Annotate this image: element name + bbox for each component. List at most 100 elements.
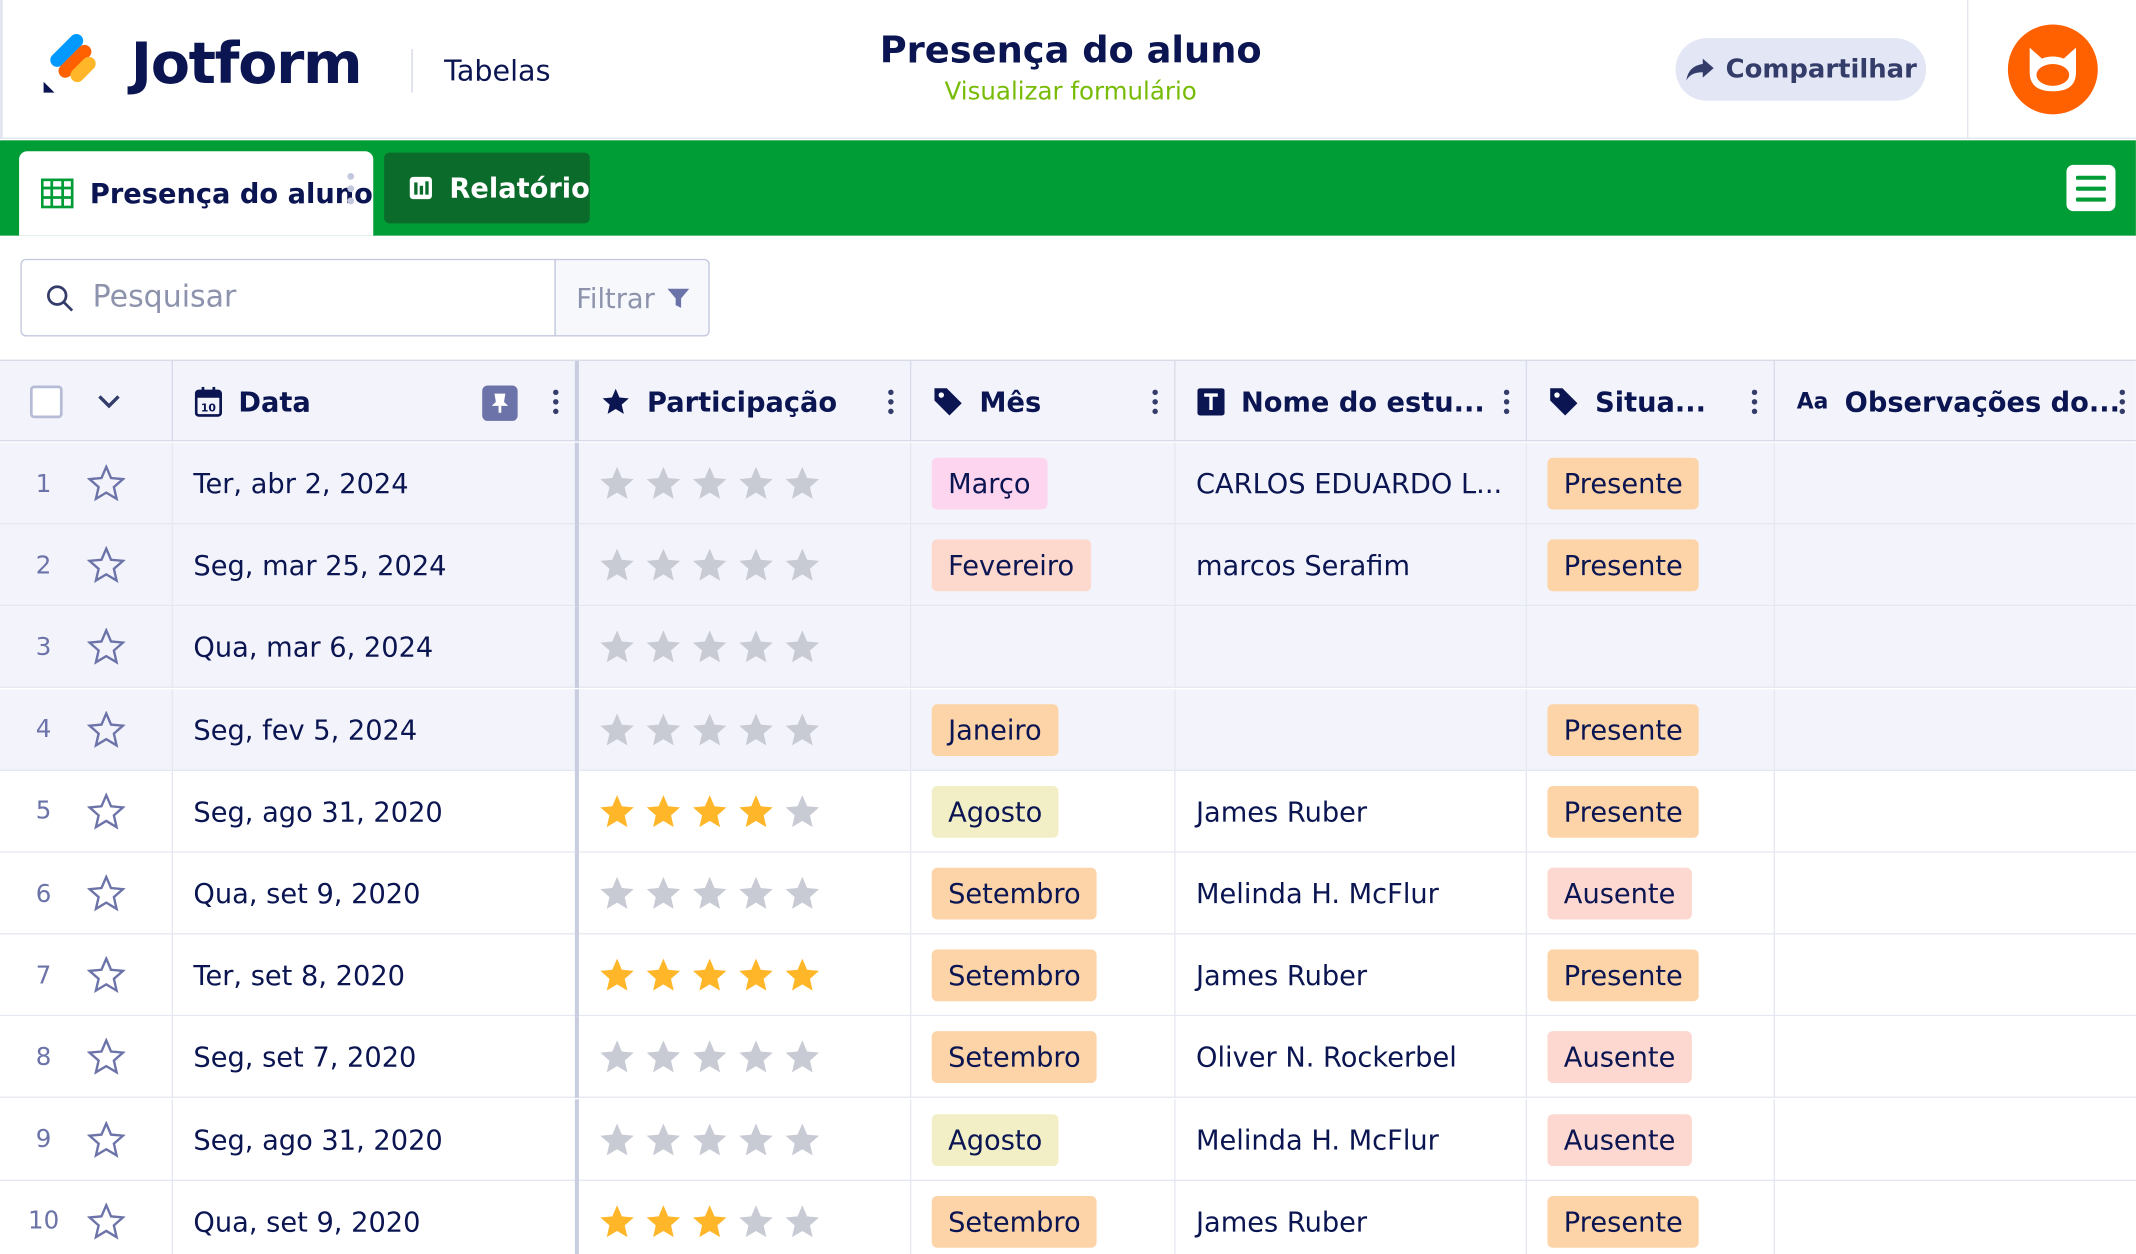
rating-star-icon[interactable] bbox=[691, 711, 729, 749]
rating-cell[interactable] bbox=[579, 934, 912, 1017]
chevron-down-icon[interactable] bbox=[98, 394, 120, 408]
column-header-data[interactable]: 10 Data bbox=[173, 360, 579, 442]
rating-star-icon[interactable] bbox=[644, 1039, 682, 1077]
rating-cell[interactable] bbox=[579, 1180, 912, 1254]
rating-cell[interactable] bbox=[579, 524, 912, 607]
notes-cell[interactable] bbox=[1775, 607, 2136, 689]
rating-star-icon[interactable] bbox=[644, 957, 682, 995]
jotform-logo-icon[interactable] bbox=[41, 33, 104, 96]
favorite-star-icon[interactable] bbox=[87, 628, 126, 667]
status-cell[interactable]: Ausente bbox=[1527, 852, 1775, 935]
notes-cell[interactable] bbox=[1775, 689, 2136, 771]
star-rating[interactable] bbox=[598, 546, 821, 584]
star-rating[interactable] bbox=[598, 875, 821, 913]
month-cell[interactable]: Setembro bbox=[911, 1180, 1176, 1254]
table-row[interactable]: 8 Seg, set 7, 2020 Setembro Oliver N. Rocke… bbox=[0, 1016, 2136, 1099]
brand-name[interactable]: Jotform bbox=[131, 30, 363, 97]
student-cell[interactable]: James Ruber bbox=[1176, 934, 1528, 1017]
favorite-star-icon[interactable] bbox=[87, 1202, 126, 1241]
rating-star-icon[interactable] bbox=[737, 546, 775, 584]
rating-star-icon[interactable] bbox=[783, 465, 821, 503]
star-rating[interactable] bbox=[598, 793, 821, 831]
search-input[interactable]: Pesquisar bbox=[20, 258, 556, 337]
month-cell[interactable]: Agosto bbox=[911, 770, 1176, 853]
rating-star-icon[interactable] bbox=[783, 711, 821, 749]
status-cell[interactable]: Presente bbox=[1527, 934, 1775, 1017]
rating-star-icon[interactable] bbox=[783, 793, 821, 831]
favorite-star-icon[interactable] bbox=[87, 792, 126, 831]
date-cell[interactable]: Ter, abr 2, 2024 bbox=[173, 442, 579, 525]
notes-cell[interactable] bbox=[1775, 1099, 2136, 1181]
column-header-mes[interactable]: Mês bbox=[911, 360, 1176, 442]
favorite-star-icon[interactable] bbox=[87, 546, 126, 584]
favorite-star-icon[interactable] bbox=[87, 464, 126, 503]
rating-cell[interactable] bbox=[579, 852, 912, 935]
date-cell[interactable]: Seg, ago 31, 2020 bbox=[173, 770, 579, 853]
month-cell[interactable]: Setembro bbox=[911, 852, 1176, 935]
column-options-icon[interactable] bbox=[888, 389, 894, 415]
student-cell[interactable]: Oliver N. Rockerbel bbox=[1176, 1016, 1528, 1099]
tab-relatorio[interactable]: Relatório bbox=[384, 152, 590, 224]
table-row[interactable]: 1 Ter, abr 2, 2024 Março CARLOS EDUARDO L..… bbox=[0, 442, 2136, 525]
rating-star-icon[interactable] bbox=[783, 629, 821, 667]
rating-cell[interactable] bbox=[579, 770, 912, 853]
rating-star-icon[interactable] bbox=[691, 875, 729, 913]
status-cell[interactable]: Presente bbox=[1527, 442, 1775, 525]
avatar[interactable] bbox=[2007, 24, 2098, 115]
rating-star-icon[interactable] bbox=[737, 1039, 775, 1077]
notes-cell[interactable] bbox=[1775, 1017, 2136, 1099]
date-cell[interactable]: Qua, set 9, 2020 bbox=[173, 1180, 579, 1254]
notes-cell[interactable] bbox=[1775, 853, 2136, 935]
status-cell[interactable]: Presente bbox=[1527, 770, 1775, 853]
column-header-nome[interactable]: Nome do estu... bbox=[1176, 360, 1528, 442]
rating-star-icon[interactable] bbox=[598, 629, 636, 667]
rating-star-icon[interactable] bbox=[644, 1203, 682, 1241]
date-cell[interactable]: Seg, ago 31, 2020 bbox=[173, 1098, 579, 1181]
column-options-icon[interactable] bbox=[1751, 389, 1758, 415]
student-cell[interactable]: Melinda H. McFlur bbox=[1176, 852, 1528, 935]
rating-star-icon[interactable] bbox=[737, 793, 775, 831]
date-cell[interactable]: Qua, set 9, 2020 bbox=[173, 852, 579, 935]
month-cell[interactable]: Fevereiro bbox=[911, 524, 1176, 607]
status-cell[interactable]: Presente bbox=[1527, 1180, 1775, 1254]
date-cell[interactable]: Seg, mar 25, 2024 bbox=[173, 524, 579, 607]
notes-cell[interactable] bbox=[1775, 771, 2136, 853]
rating-star-icon[interactable] bbox=[783, 1203, 821, 1241]
rating-star-icon[interactable] bbox=[737, 711, 775, 749]
student-cell[interactable] bbox=[1176, 688, 1528, 771]
rating-star-icon[interactable] bbox=[691, 629, 729, 667]
column-header-participacao[interactable]: Participação bbox=[579, 360, 912, 442]
rating-star-icon[interactable] bbox=[644, 1121, 682, 1159]
status-cell[interactable]: Presente bbox=[1527, 688, 1775, 771]
status-cell[interactable]: Presente bbox=[1527, 524, 1775, 607]
table-row[interactable]: 5 Seg, ago 31, 2020 Agosto James Ruber Prese… bbox=[0, 770, 2136, 853]
rating-star-icon[interactable] bbox=[598, 1203, 636, 1241]
rating-cell[interactable] bbox=[579, 442, 912, 525]
star-rating[interactable] bbox=[598, 1121, 821, 1159]
month-cell[interactable]: Setembro bbox=[911, 934, 1176, 1017]
rating-star-icon[interactable] bbox=[691, 1203, 729, 1241]
rating-star-icon[interactable] bbox=[644, 711, 682, 749]
column-header-situacao[interactable]: Situa... bbox=[1527, 360, 1775, 442]
rating-star-icon[interactable] bbox=[737, 875, 775, 913]
rating-star-icon[interactable] bbox=[644, 875, 682, 913]
rating-star-icon[interactable] bbox=[644, 629, 682, 667]
status-cell[interactable]: Ausente bbox=[1527, 1098, 1775, 1181]
table-row[interactable]: 3 Qua, mar 6, 2024 bbox=[0, 606, 2136, 689]
notes-cell[interactable] bbox=[1775, 1181, 2136, 1254]
favorite-star-icon[interactable] bbox=[87, 1120, 126, 1159]
column-header-observacoes[interactable]: Aa Observações do... bbox=[1775, 361, 2136, 441]
rating-star-icon[interactable] bbox=[691, 1121, 729, 1159]
status-cell[interactable] bbox=[1527, 606, 1775, 689]
rating-cell[interactable] bbox=[579, 1098, 912, 1181]
date-cell[interactable]: Ter, set 8, 2020 bbox=[173, 934, 579, 1017]
rating-star-icon[interactable] bbox=[598, 875, 636, 913]
favorite-star-icon[interactable] bbox=[87, 710, 126, 749]
column-options-icon[interactable] bbox=[553, 389, 559, 415]
rating-star-icon[interactable] bbox=[644, 546, 682, 584]
column-options-icon[interactable] bbox=[1152, 389, 1158, 415]
rating-star-icon[interactable] bbox=[691, 465, 729, 503]
star-rating[interactable] bbox=[598, 957, 821, 995]
rating-star-icon[interactable] bbox=[783, 1039, 821, 1077]
rating-cell[interactable] bbox=[579, 606, 912, 689]
